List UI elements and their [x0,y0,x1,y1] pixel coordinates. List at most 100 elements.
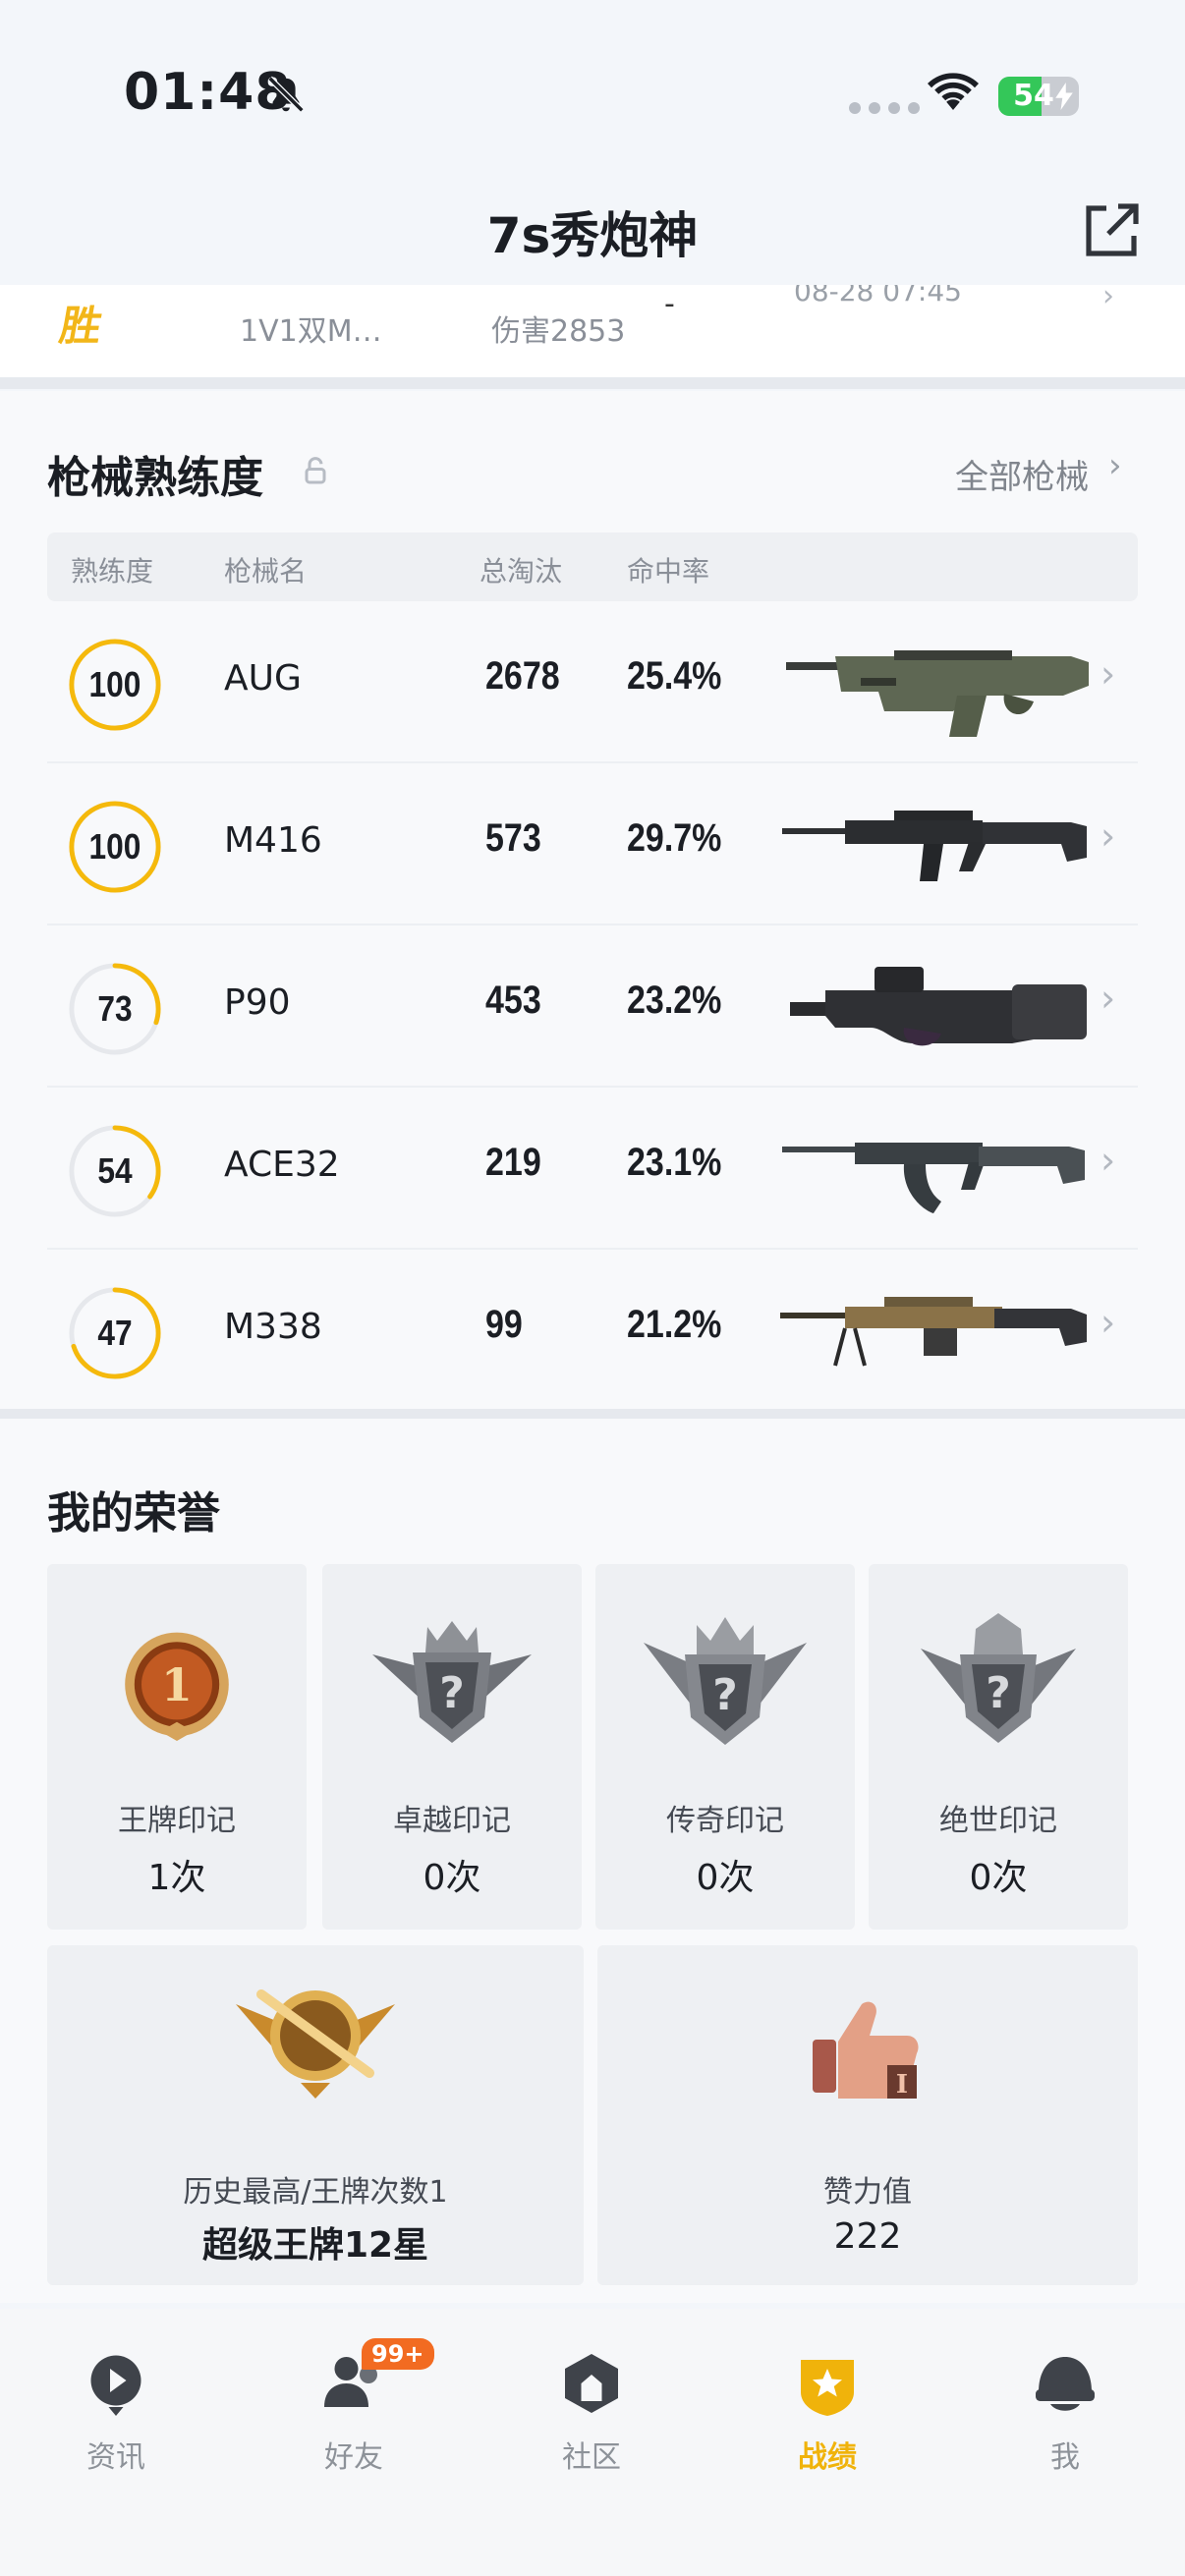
honor-count: 0次 [696,1858,755,1898]
nav-community[interactable]: 社区 [513,2348,670,2476]
battery-indicator: 54 [998,77,1079,116]
weapon-name: M416 [224,820,322,861]
honor-label: 卓越印记 [393,1804,511,1838]
weapon-row[interactable]: 47 M338 99 21.2% › [47,1250,1138,1412]
weapon-accuracy: 25.4% [627,654,722,698]
honor-likes[interactable]: I 赞力值 222 [597,1945,1138,2285]
svg-text:?: ? [439,1668,465,1718]
honor-legend-mark[interactable]: ? 传奇印记 0次 [595,1564,855,1930]
svg-text:?: ? [712,1670,738,1720]
section-title-honors: 我的荣誉 [47,1488,220,1539]
nav-label: 战绩 [798,2440,857,2475]
all-weapons-link[interactable]: 全部枪械 [955,450,1089,498]
mastery-value: 100 [88,664,141,704]
chevron-right-icon[interactable]: › [1100,1139,1115,1182]
weapon-name: M338 [224,1307,322,1347]
likes-value: 222 [833,2216,902,2257]
weapon-kills: 2678 [485,654,560,698]
honor-best-rank[interactable]: 历史最高/王牌次数1 超级王牌12星 [47,1945,584,2285]
mastery-value: 73 [97,988,133,1029]
nav-friends[interactable]: 99+ 好友 [275,2338,434,2476]
match-result: 胜 [56,302,106,350]
honor-label: 历史最高/王牌次数1 [183,2175,448,2210]
chevron-right-icon[interactable]: › [1100,814,1115,858]
section-title-weapons: 枪械熟练度 [47,453,263,503]
bottom-nav: 资讯 99+ 好友 社区 战绩 我 [0,2309,1185,2576]
honor-count: 1次 [147,1858,206,1898]
weapon-accuracy: 23.1% [627,1141,722,1184]
locked-mark-icon: ? [372,1621,532,1743]
friends-badge: 99+ [362,2338,434,2370]
nav-news[interactable]: 资讯 [37,2348,195,2476]
cellular-signal-icon [849,102,920,114]
honor-count: 0次 [969,1858,1028,1898]
match-rank: - [664,287,675,321]
weapon-row[interactable]: 54 ACE32 219 23.1% › [47,1088,1138,1250]
honor-peerless-mark[interactable]: ? 绝世印记 0次 [869,1564,1128,1930]
weapon-table-header: 熟练度 枪械名 总淘汰 命中率 [47,532,1138,601]
col-accuracy: 命中率 [627,555,710,588]
chevron-right-icon[interactable]: › [1100,1301,1115,1344]
weapon-accuracy: 23.2% [627,979,722,1022]
weapon-row[interactable]: 100 AUG 2678 25.4% › [47,601,1138,763]
p90-smg-icon [790,967,1087,1046]
svg-text:1: 1 [161,1658,193,1711]
nav-record[interactable]: 战绩 [749,2348,906,2476]
honor-count: 0次 [423,1858,481,1898]
share-icon[interactable] [1081,198,1144,261]
best-rank-value: 超级王牌12星 [201,2225,429,2266]
match-record-row[interactable]: 胜 1V1双M… 伤害2853 - 08-28 07:45 › [0,285,1185,379]
section-divider [0,377,1185,389]
match-damage: 伤害2853 [491,314,626,349]
charging-bolt-icon [1055,83,1073,110]
community-icon [565,2354,618,2413]
record-icon [801,2360,854,2416]
wifi-icon [928,73,979,110]
weapon-name: ACE32 [224,1145,340,1185]
col-name: 枪械名 [224,555,308,588]
chevron-right-icon[interactable]: › [1100,652,1115,696]
lock-icon [305,457,326,484]
super-ace-icon [236,1989,395,2099]
weapon-accuracy: 29.7% [627,816,722,860]
nav-label: 我 [1050,2440,1080,2475]
weapon-row[interactable]: 73 P90 453 23.2% › [47,925,1138,1088]
weapon-kills: 573 [485,816,541,860]
honor-label: 王牌印记 [118,1804,236,1838]
chevron-right-icon[interactable]: › [1100,977,1115,1020]
m338-lmg-icon [780,1297,1087,1367]
chevron-right-icon[interactable]: › [1108,446,1122,485]
page-title: 7s秀炮神 [486,207,699,264]
honor-label: 绝世印记 [939,1804,1057,1838]
svg-text:I: I [896,2070,908,2100]
bell-off-icon [267,76,305,113]
weapon-kills: 453 [485,979,541,1022]
svg-text:?: ? [986,1668,1011,1718]
honor-ace-mark[interactable]: 1 王牌印记 1次 [47,1564,307,1930]
nav-me[interactable]: 我 [987,2348,1144,2476]
weapon-kills: 99 [485,1303,523,1346]
ace32-rifle-icon [782,1143,1085,1213]
nav-label: 资讯 [86,2440,145,2475]
weapon-name: AUG [224,658,302,699]
locked-mark-icon: ? [644,1617,807,1745]
nav-label: 社区 [562,2440,621,2475]
weapon-accuracy: 21.2% [627,1303,722,1346]
chevron-right-icon: › [1102,285,1114,313]
news-icon [90,2355,141,2416]
honor-excellence-mark[interactable]: ? 卓越印记 0次 [322,1564,582,1930]
m416-rifle-icon [782,811,1087,881]
locked-mark-icon: ? [921,1613,1076,1743]
nav-label: 好友 [324,2440,383,2475]
match-time: 08-28 07:45 [794,285,962,308]
ace-mark-icon: 1 [125,1632,229,1741]
weapon-row[interactable]: 100 M416 573 29.7% › [47,763,1138,925]
helmet-icon [1036,2357,1095,2411]
mastery-value: 54 [97,1150,133,1191]
mastery-value: 100 [88,826,141,867]
col-kills: 总淘汰 [480,555,563,588]
weapon-name: P90 [224,982,291,1023]
col-mastery: 熟练度 [71,555,154,588]
aug-rifle-icon [786,650,1089,737]
thumbs-up-icon: I [813,2001,919,2100]
